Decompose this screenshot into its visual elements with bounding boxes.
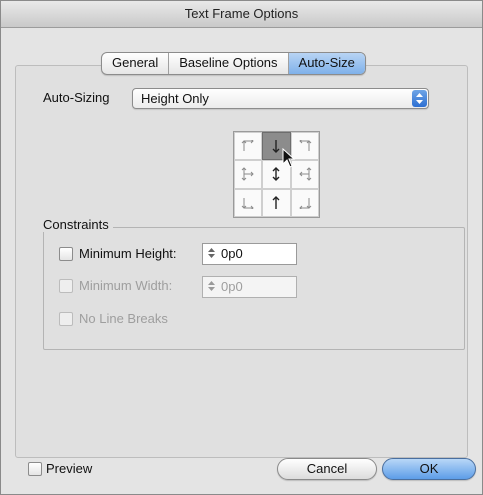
minimum-height-value: 0p0 [221, 246, 243, 261]
ok-button[interactable]: OK [382, 458, 476, 480]
reference-point-icon [241, 197, 254, 209]
reference-point-icon [241, 140, 254, 152]
minimum-width-value: 0p0 [221, 279, 243, 294]
reference-point-icon [272, 167, 280, 182]
preview-label: Preview [46, 461, 93, 476]
tab-bar: General Baseline Options Auto-Size [101, 52, 366, 75]
no-line-breaks-checkbox[interactable] [59, 312, 73, 326]
reference-point-middle-left[interactable] [234, 160, 263, 189]
no-line-breaks-label: No Line Breaks [79, 311, 168, 326]
minimum-height-label: Minimum Height: [79, 246, 177, 261]
minimum-height-checkbox[interactable] [59, 247, 73, 261]
auto-sizing-select[interactable]: Height Only [132, 88, 429, 109]
reference-point-bottom-right[interactable] [290, 188, 319, 217]
window-title: Text Frame Options [184, 6, 299, 21]
preview-checkbox[interactable] [28, 462, 42, 476]
constraints-legend: Constraints [39, 217, 113, 232]
minimum-width-field[interactable]: 0p0 [202, 276, 297, 298]
reference-point-grid [233, 131, 320, 218]
tab-auto-size[interactable]: Auto-Size [288, 53, 365, 74]
minimum-height-field[interactable]: 0p0 [202, 243, 297, 265]
reference-point-bottom-center[interactable] [262, 188, 291, 217]
mouse-cursor-icon [282, 148, 296, 168]
reference-point-icon [272, 140, 280, 154]
reference-point-icon [299, 167, 312, 182]
minimum-width-checkbox[interactable] [59, 279, 73, 293]
auto-sizing-label: Auto-Sizing [43, 90, 110, 105]
reference-point-bottom-left[interactable] [234, 188, 263, 217]
dialog-window: Text Frame Options General Baseline Opti… [0, 0, 483, 495]
reference-point-icon [299, 197, 312, 209]
tab-baseline-options[interactable]: Baseline Options [169, 53, 289, 74]
reference-point-icon [272, 195, 280, 209]
stepper-icon [208, 248, 215, 258]
cancel-button[interactable]: Cancel [277, 458, 377, 480]
chevron-updown-icon [412, 90, 427, 107]
title-bar[interactable]: Text Frame Options [1, 1, 482, 28]
reference-point-icon [241, 167, 254, 182]
tab-general[interactable]: General [102, 53, 170, 74]
reference-point-icon [299, 140, 312, 152]
minimum-width-label: Minimum Width: [79, 278, 173, 293]
stepper-icon [208, 281, 215, 291]
auto-sizing-value: Height Only [141, 91, 209, 106]
reference-point-top-left[interactable] [234, 132, 263, 161]
